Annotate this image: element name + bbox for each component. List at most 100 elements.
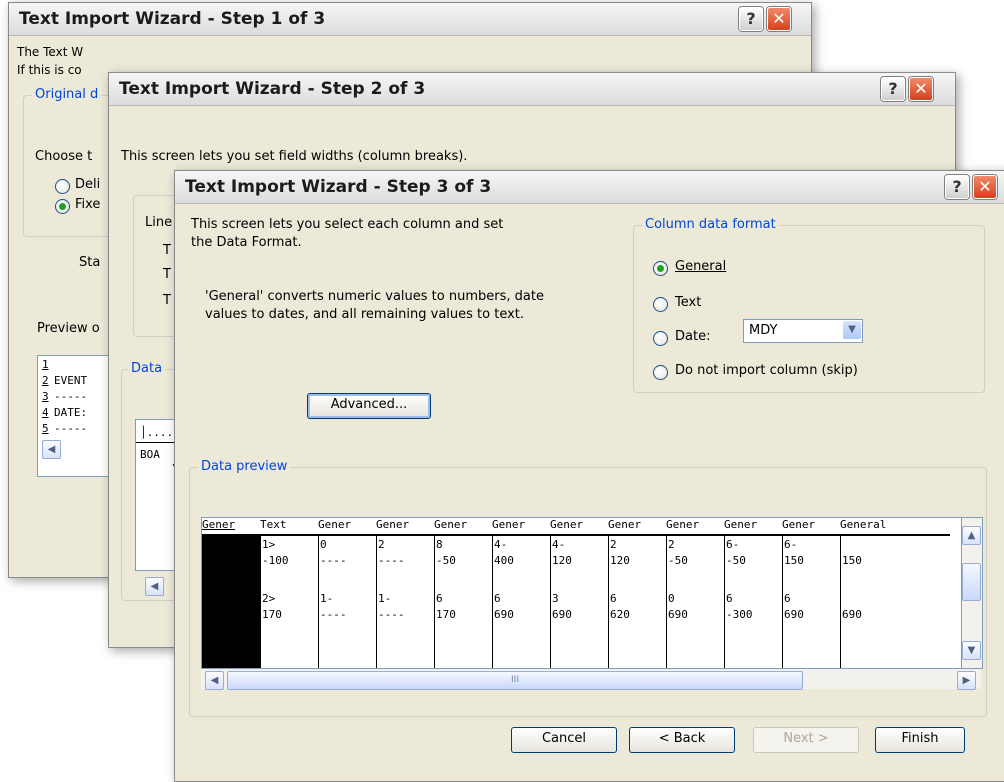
scroll-right-button[interactable]: ▶ (957, 671, 976, 690)
column-header-3[interactable]: Gener (318, 518, 376, 536)
radio-selected-dot (657, 265, 664, 272)
column-header-1[interactable]: Gener (202, 518, 260, 536)
text-radio[interactable] (653, 297, 668, 312)
t-letter-2: T (163, 267, 171, 282)
scroll-left-button[interactable]: ◀ (145, 577, 164, 596)
date-format-value: MDY (749, 323, 778, 338)
preview-cell: 6 (726, 592, 733, 605)
scroll-left-button[interactable]: ◀ (42, 440, 61, 459)
advanced-button[interactable]: Advanced... (307, 393, 431, 419)
column-header-10[interactable]: Gener (724, 518, 782, 536)
preview-cell: 120 (610, 554, 630, 567)
t-letter-1: T (163, 243, 171, 258)
preview-cell: 690 (552, 608, 572, 621)
scroll-down-button[interactable]: ▼ (962, 641, 981, 660)
column-separator (376, 536, 377, 668)
date-radio[interactable] (653, 331, 668, 346)
choose-label: Choose t (35, 149, 93, 164)
preview-cell: 0 (668, 592, 675, 605)
skip-column-label[interactable]: Do not import column (skip) (675, 363, 858, 378)
column-header-12[interactable]: General (840, 518, 950, 536)
skip-column-radio[interactable] (653, 365, 668, 380)
intro-text-line2: If this is co (17, 63, 82, 77)
column-header-7[interactable]: Gener (550, 518, 608, 536)
preview-cell: -50 (436, 554, 456, 567)
t-letter-3: T (163, 293, 171, 308)
preview-cell: 690 (784, 608, 804, 621)
preview-cell: 0 (320, 538, 327, 551)
date-radio-label[interactable]: Date: (675, 329, 710, 344)
fixed-width-radio[interactable] (55, 199, 70, 214)
preview-cell: 690 (494, 608, 514, 621)
close-button[interactable]: ✕ (909, 77, 933, 101)
data-preview-grid: Gener Text 1> -100 2> 170 Gener 0 ---- 1- ---- Gene… (201, 517, 963, 669)
title-bar: Text Import Wizard - Step 3 of 3 ? ✕ (175, 171, 1004, 204)
finish-button[interactable]: Finish (875, 727, 965, 753)
column-header-5[interactable]: Gener (434, 518, 492, 536)
intro-text-line1: The Text W (17, 45, 84, 59)
text-radio-label[interactable]: Text (675, 295, 701, 310)
description-line1: This screen lets you select each column … (191, 217, 504, 232)
close-button[interactable]: ✕ (973, 175, 997, 199)
preview-cell: 1- (378, 592, 392, 605)
row-num-2: 2 (42, 374, 49, 387)
preview-cell: 6 (784, 592, 791, 605)
horizontal-scroll-thumb[interactable]: III (227, 671, 803, 690)
preview-cell: -50 (668, 554, 688, 567)
row-text-2: EVENT (54, 374, 88, 387)
general-radio-label[interactable]: General (675, 259, 726, 274)
preview-cell: 2 (610, 538, 617, 551)
back-button[interactable]: < Back (629, 727, 735, 753)
scroll-left-button[interactable]: ◀ (205, 671, 224, 690)
row-num-3: 3 (42, 390, 49, 403)
cancel-button[interactable]: Cancel (511, 727, 617, 753)
column-header-2[interactable]: Text (260, 518, 318, 536)
preview-cell: 3 (552, 592, 559, 605)
title-bar: Text Import Wizard - Step 2 of 3 ? ✕ (109, 73, 955, 106)
preview-cell: 150 (784, 554, 804, 567)
column-header-11[interactable]: Gener (782, 518, 840, 536)
data-preview-legend: Data preview (198, 459, 291, 474)
ruler: │.... (140, 426, 174, 439)
preview-cell: 6- (784, 538, 798, 551)
preview-cell: 620 (610, 608, 630, 621)
preview-cell: 6 (494, 592, 501, 605)
preview-cell: 6- (726, 538, 740, 551)
date-format-dropdown[interactable]: MDY ▼ (743, 319, 863, 343)
preview-cell: 1- (320, 592, 334, 605)
chevron-down-icon[interactable]: ▼ (843, 321, 861, 339)
window-title: Text Import Wizard - Step 3 of 3 (185, 177, 492, 197)
column-separator (724, 536, 725, 668)
window-title: Text Import Wizard - Step 1 of 3 (19, 9, 326, 29)
column-header-9[interactable]: Gener (666, 518, 724, 536)
column-separator (782, 536, 783, 668)
radio-selected-dot (59, 203, 66, 210)
window-title: Text Import Wizard - Step 2 of 3 (119, 79, 426, 99)
group-legend: Original d (32, 87, 102, 102)
column-format-legend: Column data format (642, 217, 779, 232)
preview-cell: 4- (494, 538, 508, 551)
row-text-5: ----- (54, 422, 88, 435)
column-header-8[interactable]: Gener (608, 518, 666, 536)
column-header-4[interactable]: Gener (376, 518, 434, 536)
help-button[interactable]: ? (881, 77, 905, 101)
scroll-up-button[interactable]: ▲ (962, 526, 981, 545)
preview-cell: 4- (552, 538, 566, 551)
preview-cell: 2> (262, 592, 276, 605)
delimited-label[interactable]: Deli (75, 177, 100, 192)
help-button[interactable]: ? (739, 7, 763, 31)
delimited-radio[interactable] (55, 179, 70, 194)
start-row-label: Sta (79, 255, 101, 270)
row-num-4: 4 (42, 406, 49, 419)
column-header-6[interactable]: Gener (492, 518, 550, 536)
lines-label: Line (145, 215, 173, 230)
preview-cell: 8 (436, 538, 443, 551)
fixed-width-label[interactable]: Fixe (75, 197, 100, 212)
preview-cell: ---- (320, 554, 347, 567)
close-button[interactable]: ✕ (767, 7, 791, 31)
vertical-scroll-thumb[interactable] (962, 563, 981, 601)
general-radio[interactable] (653, 261, 668, 276)
preview-cell: 400 (494, 554, 514, 567)
selected-column-highlight[interactable] (202, 536, 260, 668)
help-button[interactable]: ? (945, 175, 969, 199)
